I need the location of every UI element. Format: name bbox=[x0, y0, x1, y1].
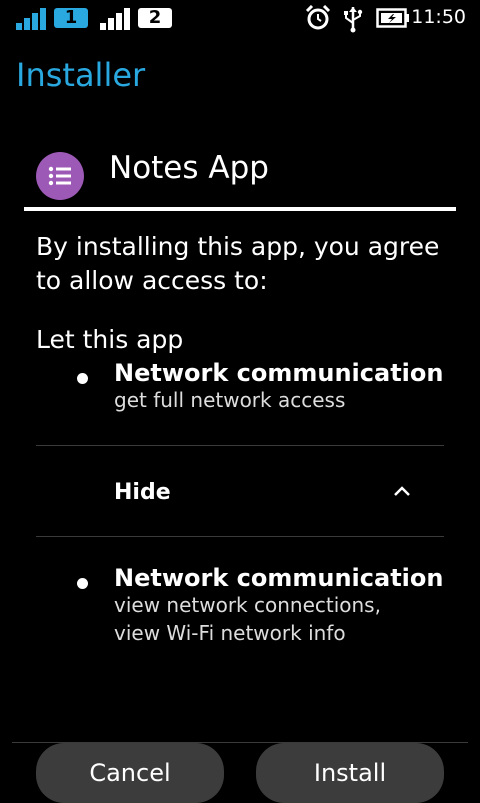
list-icon bbox=[36, 152, 84, 200]
permission-description: view Wi-Fi network info bbox=[114, 621, 346, 645]
permission-title: Network communication bbox=[114, 564, 444, 592]
permission-title: Network communication bbox=[114, 359, 444, 387]
app-header: Notes App bbox=[24, 148, 456, 208]
app-name: Notes App bbox=[109, 150, 269, 186]
permission-item: Network communication get full network a… bbox=[36, 358, 446, 418]
permission-description: view network connections, bbox=[114, 593, 381, 617]
installer-title: Installer bbox=[16, 56, 146, 94]
sim1-badge: 1 bbox=[54, 8, 88, 28]
permission-description: get full network access bbox=[114, 388, 346, 412]
battery-charging-icon bbox=[376, 8, 409, 28]
signal-icon bbox=[16, 8, 46, 30]
let-this-app-text: Let this app bbox=[36, 325, 184, 354]
divider bbox=[36, 536, 444, 537]
hide-toggle[interactable]: Hide bbox=[36, 446, 444, 536]
agree-text: By installing this app, you agree to all… bbox=[36, 232, 440, 295]
usb-icon bbox=[344, 7, 363, 33]
sim2-badge: 2 bbox=[138, 8, 172, 28]
install-button[interactable]: Install bbox=[256, 743, 444, 803]
permission-item: Network communication view network conne… bbox=[36, 563, 446, 653]
status-bar: 1 2 11:50 bbox=[0, 0, 480, 36]
bullet-icon bbox=[77, 578, 88, 589]
hide-label: Hide bbox=[114, 480, 171, 505]
bullet-icon bbox=[77, 373, 88, 384]
signal-icon bbox=[100, 8, 130, 30]
alarm-icon bbox=[305, 5, 331, 30]
chevron-up-icon bbox=[394, 486, 410, 496]
status-time: 11:50 bbox=[411, 6, 466, 28]
cancel-button[interactable]: Cancel bbox=[36, 743, 224, 803]
header-divider bbox=[24, 207, 456, 211]
